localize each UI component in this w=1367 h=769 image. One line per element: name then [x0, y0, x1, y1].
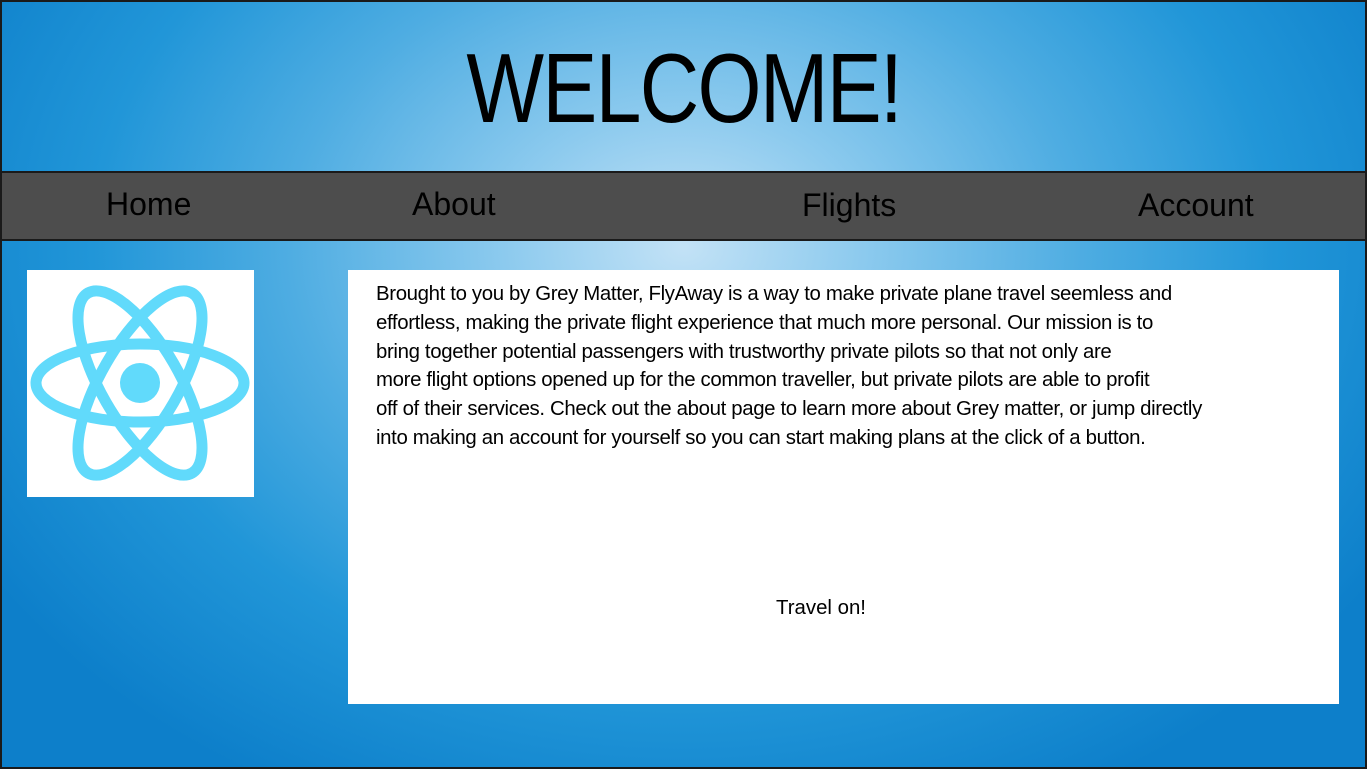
- page: WELCOME! Home About Flights Account Brou…: [0, 0, 1367, 769]
- header: WELCOME!: [2, 2, 1365, 171]
- nav-item-home[interactable]: Home: [106, 173, 191, 239]
- atom-icon: [30, 285, 250, 481]
- intro-line: bring together potential passengers with…: [376, 340, 1112, 363]
- intro-line: more flight options opened up for the co…: [376, 369, 1150, 392]
- nav-bar: Home About Flights Account: [2, 171, 1365, 241]
- intro-line: into making an account for yourself so y…: [376, 426, 1146, 449]
- intro-panel: Brought to you by Grey Matter, FlyAway i…: [348, 270, 1339, 704]
- signoff-text: Travel on!: [776, 597, 866, 619]
- nav-item-flights[interactable]: Flights: [802, 174, 896, 240]
- intro-text: Brought to you by Grey Matter, FlyAway i…: [376, 280, 1336, 453]
- intro-line: effortless, making the private flight ex…: [376, 311, 1153, 334]
- page-title: WELCOME!: [466, 32, 902, 143]
- intro-line: off of their services. Check out the abo…: [376, 398, 1202, 421]
- nav-item-account[interactable]: Account: [1138, 174, 1254, 240]
- logo-panel: [27, 270, 254, 497]
- nav-item-about[interactable]: About: [412, 173, 496, 239]
- intro-line: Brought to you by Grey Matter, FlyAway i…: [376, 283, 1172, 305]
